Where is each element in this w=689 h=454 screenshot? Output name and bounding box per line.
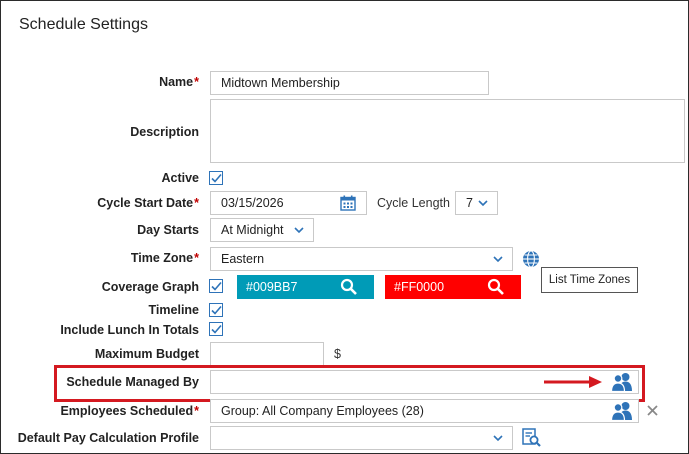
pay-calc-select[interactable] <box>210 426 513 450</box>
chevron-down-icon <box>493 256 503 263</box>
coverage-graph-label: Coverage Graph <box>101 280 199 294</box>
day-starts-label: Day Starts <box>137 223 199 237</box>
currency-symbol: $ <box>334 347 341 361</box>
active-label: Active <box>161 171 199 185</box>
time-zone-value: Eastern <box>221 252 265 266</box>
timeline-label: Timeline <box>148 303 199 317</box>
cycle-start-input[interactable]: 03/15/2026 <box>210 191 367 215</box>
checkmark-icon <box>211 305 222 315</box>
active-checkbox[interactable] <box>209 171 223 185</box>
coverage-color2-value: #FF0000 <box>394 280 445 294</box>
chevron-down-icon <box>478 200 488 207</box>
timeline-checkbox[interactable] <box>209 303 223 317</box>
coverage-color1-value: #009BB7 <box>246 280 298 294</box>
page-title: Schedule Settings <box>19 16 148 33</box>
checkmark-icon <box>211 281 222 291</box>
schedule-settings-panel: Schedule Settings Name* Midtown Membersh… <box>0 0 689 454</box>
globe-icon[interactable] <box>522 250 540 268</box>
name-input[interactable]: Midtown Membership <box>210 71 489 95</box>
cycle-start-label: Cycle Start Date* <box>97 196 199 210</box>
include-lunch-label: Include Lunch In Totals <box>60 323 199 337</box>
people-icon[interactable] <box>610 372 634 392</box>
day-starts-value: At Midnight <box>221 223 284 237</box>
checkmark-icon <box>211 324 222 334</box>
max-budget-label: Maximum Budget <box>94 347 199 361</box>
cycle-length-select[interactable]: 7 <box>455 191 498 215</box>
time-zone-select[interactable]: Eastern <box>210 247 513 271</box>
include-lunch-checkbox[interactable] <box>209 322 223 336</box>
description-textarea[interactable] <box>210 99 685 163</box>
coverage-color1-picker[interactable]: #009BB7 <box>237 275 374 299</box>
cycle-start-value: 03/15/2026 <box>221 196 284 210</box>
pay-calc-label: Default Pay Calculation Profile <box>17 431 199 445</box>
close-icon[interactable] <box>647 405 658 416</box>
time-zone-label: Time Zone* <box>130 251 199 265</box>
max-budget-input[interactable] <box>210 342 324 366</box>
coverage-graph-checkbox[interactable] <box>209 279 223 293</box>
calendar-icon[interactable] <box>340 195 356 211</box>
cycle-length-label: Cycle Length <box>377 196 450 210</box>
day-starts-select[interactable]: At Midnight <box>210 218 314 242</box>
search-list-icon[interactable] <box>522 428 541 447</box>
description-label: Description <box>130 125 199 139</box>
name-label: Name* <box>159 75 199 89</box>
chevron-down-icon <box>493 435 503 442</box>
coverage-color2-picker[interactable]: #FF0000 <box>385 275 521 299</box>
cycle-length-value: 7 <box>466 196 473 210</box>
arrow-icon <box>544 376 602 388</box>
employees-scheduled-input[interactable]: Group: All Company Employees (28) <box>210 399 639 423</box>
search-icon <box>340 278 357 295</box>
people-icon[interactable] <box>610 401 634 421</box>
time-zone-tooltip: List Time Zones <box>541 267 638 293</box>
managed-by-label: Schedule Managed By <box>66 375 199 389</box>
chevron-down-icon <box>294 227 304 234</box>
employees-scheduled-label: Employees Scheduled* <box>60 404 199 418</box>
checkmark-icon <box>211 173 222 183</box>
search-icon <box>487 278 504 295</box>
